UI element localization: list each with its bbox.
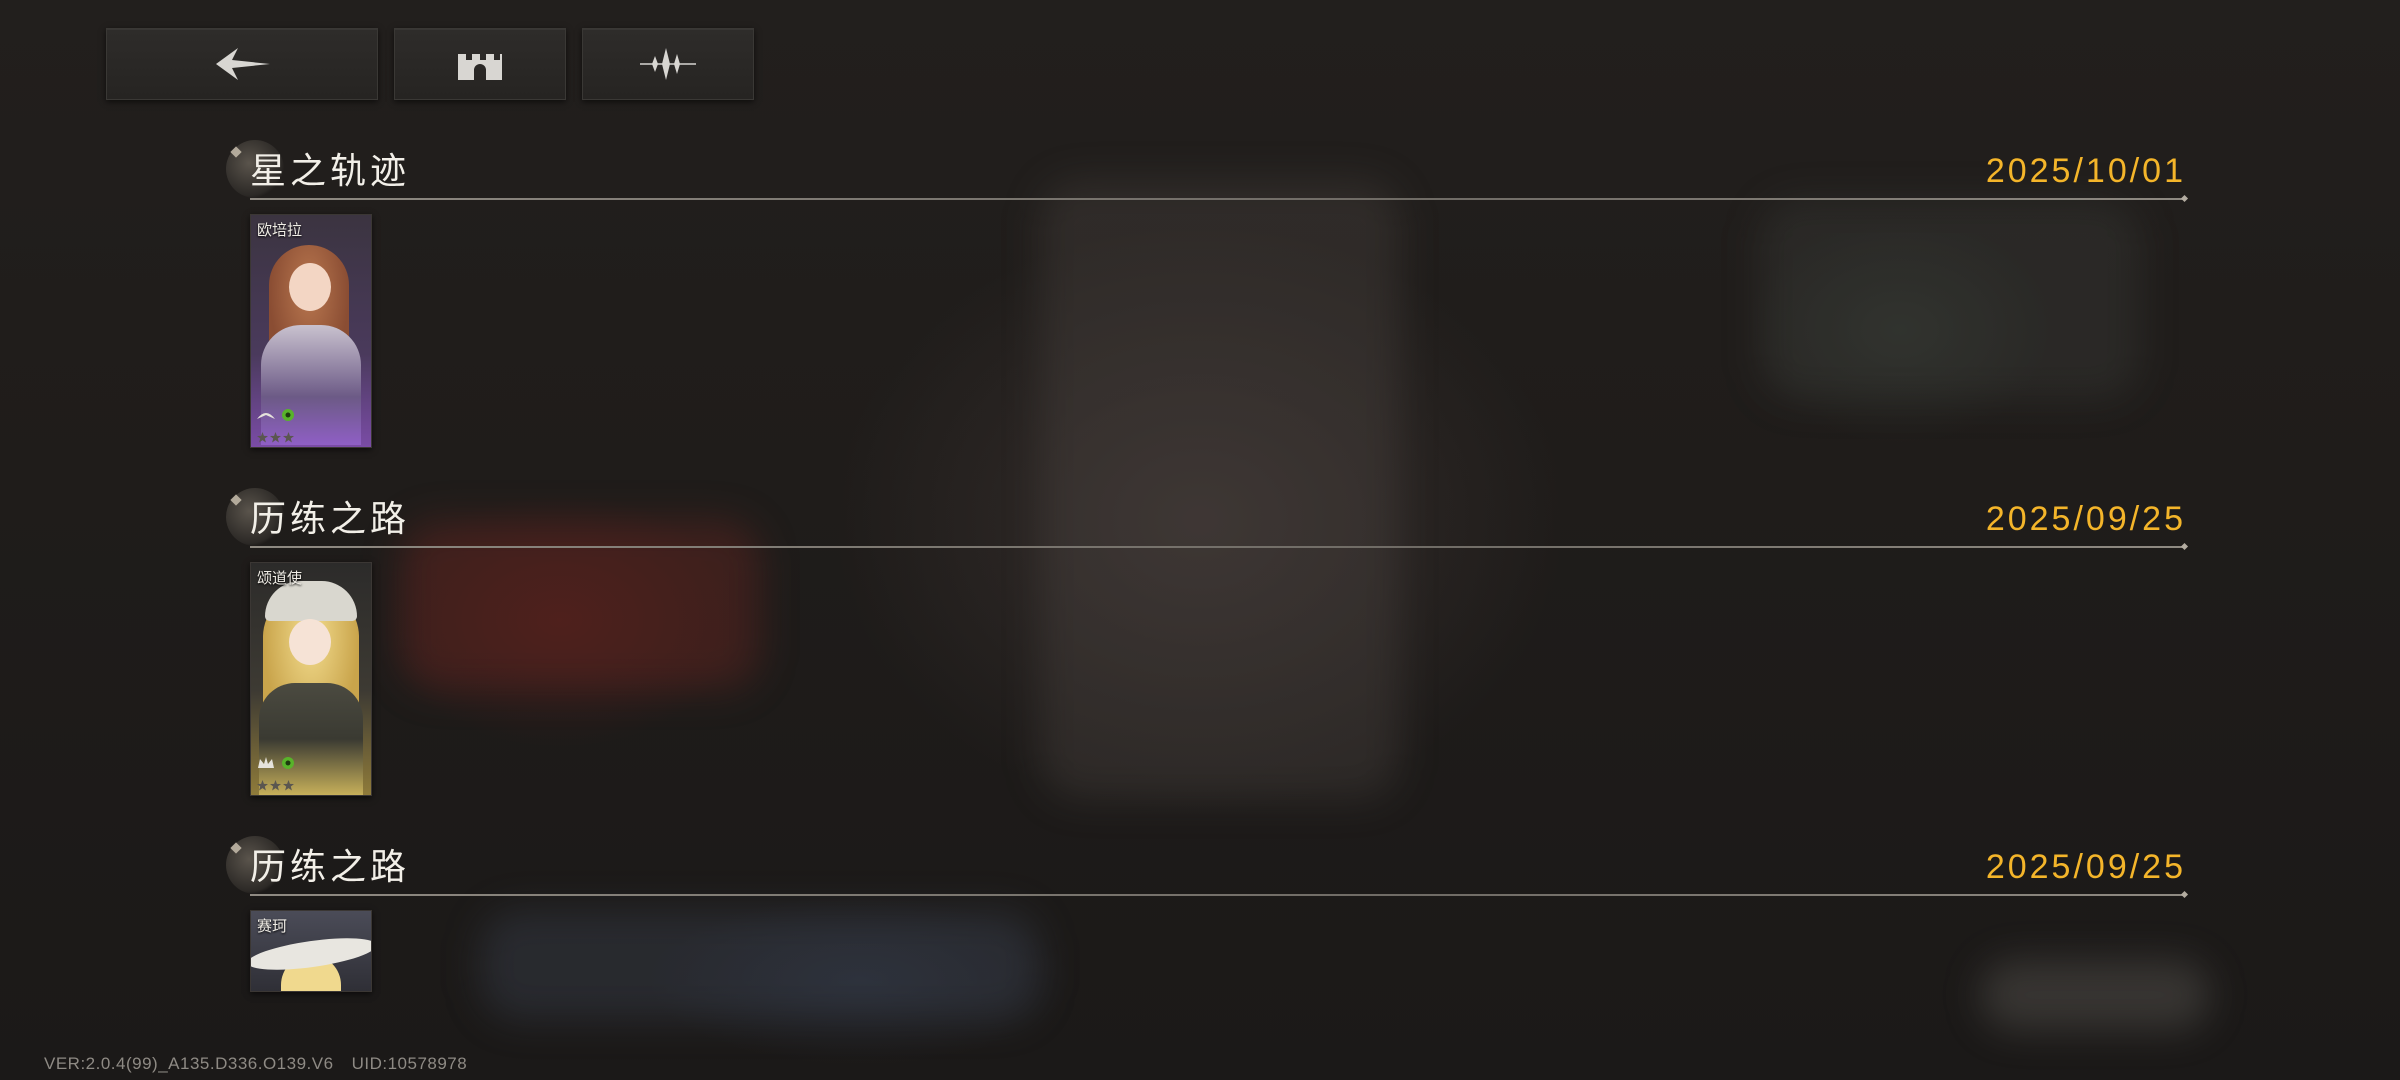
star-empty-icon (283, 430, 294, 443)
character-name: 赛珂 (257, 918, 288, 935)
star-empty-icon (257, 778, 268, 791)
character-name: 颂道使 (257, 570, 303, 587)
character-card[interactable]: 欧培拉 (250, 214, 372, 448)
portrait-face (289, 263, 331, 311)
section-date: 2025/09/25 (1985, 848, 2186, 886)
star-empty-icon (270, 430, 281, 443)
nature-element-icon (282, 757, 294, 769)
character-card[interactable]: 赛珂 (250, 910, 372, 992)
portrait-face (289, 619, 331, 665)
section-date: 2025/09/25 (1985, 500, 2186, 538)
back-arrow-icon (216, 48, 270, 80)
wing-class-icon (257, 413, 275, 419)
section-divider (250, 198, 2184, 200)
record-section: 历练之路 2025/09/25 赛珂 (226, 836, 2186, 1002)
card-icons (256, 407, 296, 423)
card-icons (256, 755, 296, 771)
section-title: 星之轨迹 (250, 150, 411, 191)
crown-class-icon (258, 757, 274, 768)
section-title: 历练之路 (250, 498, 411, 539)
star-rating (257, 778, 294, 791)
version-footer: VER:2.0.4(99)_A135.D336.O139.V6 UID:1057… (44, 1054, 467, 1074)
star-empty-icon (257, 430, 268, 443)
uid-label: UID:10578978 (351, 1054, 468, 1073)
version-label: VER:2.0.4(99)_A135.D336.O139.V6 (44, 1054, 334, 1073)
character-name: 欧培拉 (257, 222, 303, 239)
nature-element-icon (282, 409, 294, 421)
top-toolbar (106, 28, 754, 100)
section-divider (250, 546, 2184, 548)
star-rating (257, 430, 294, 443)
section-date: 2025/10/01 (1985, 152, 2186, 190)
base-button[interactable] (394, 28, 566, 100)
portrait-body (261, 325, 361, 445)
archive-screen: 星之轨迹 2025/10/01 欧培拉 历练之路 2025/09/25 颂道使 … (0, 0, 2400, 1080)
star-empty-icon (270, 778, 281, 791)
character-card[interactable]: 颂道使 (250, 562, 372, 796)
voice-button[interactable] (582, 28, 754, 100)
star-empty-icon (283, 778, 294, 791)
record-section: 历练之路 2025/09/25 颂道使 (226, 488, 2186, 804)
castle-icon (458, 54, 502, 80)
section-title: 历练之路 (250, 846, 411, 887)
back-button[interactable] (106, 28, 378, 100)
section-divider (250, 894, 2184, 896)
record-section: 星之轨迹 2025/10/01 欧培拉 (226, 140, 2186, 456)
sound-wave-icon (640, 48, 696, 80)
